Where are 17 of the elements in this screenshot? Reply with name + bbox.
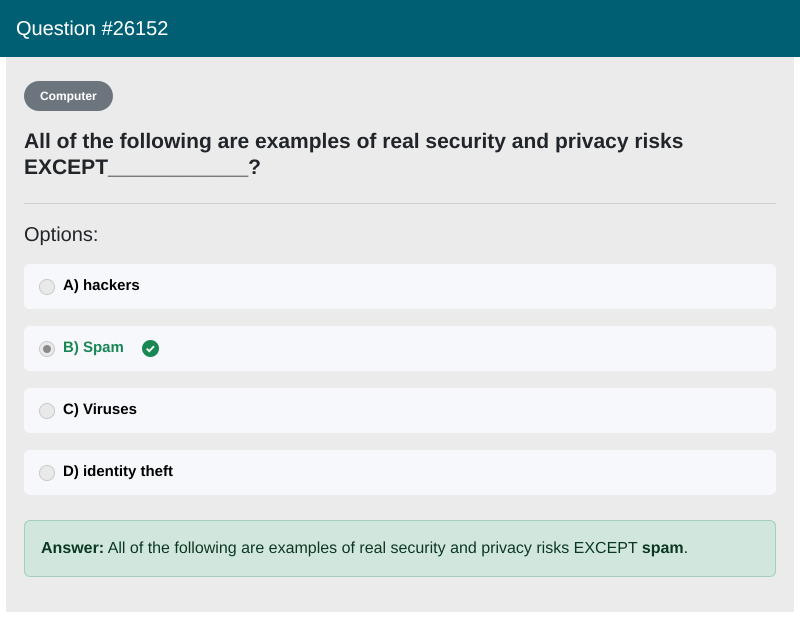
options-heading: Options: xyxy=(24,223,100,248)
question-text: All of the following are examples of real security and privacy risks EXCEPT____________? xyxy=(24,129,684,181)
option-item[interactable]: C) Viruses xyxy=(24,388,776,433)
category-badge: Computer xyxy=(24,81,113,111)
answer-text: Answer: All of the following are examples of real security and privacy risks EXCEPT spam. xyxy=(41,538,688,558)
radio-button[interactable] xyxy=(39,278,55,294)
radio-button[interactable] xyxy=(39,464,55,480)
radio-button[interactable] xyxy=(39,402,55,418)
option-label: A) hackers xyxy=(63,276,140,296)
option-item[interactable]: A) hackers xyxy=(24,264,776,309)
radio-button[interactable] xyxy=(39,340,55,356)
option-item[interactable]: D) identity theft xyxy=(24,450,776,495)
option-item[interactable]: B) Spam xyxy=(24,326,776,371)
page-title: Question #26152 xyxy=(16,16,168,42)
option-label: B) Spam xyxy=(63,338,124,358)
option-label: D) identity theft xyxy=(63,462,173,482)
option-label: C) Viruses xyxy=(63,400,137,420)
